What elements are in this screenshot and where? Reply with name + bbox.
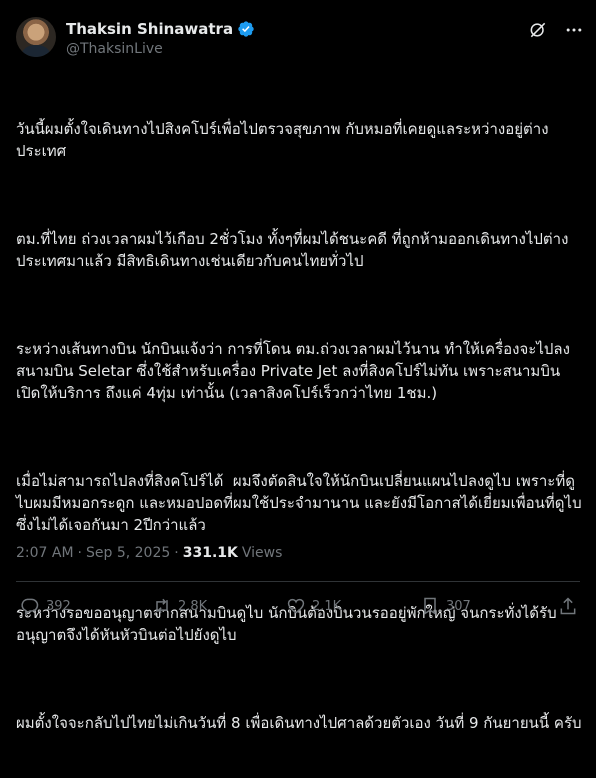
post-date[interactable]: Sep 5, 2025 [86,545,170,561]
bookmark-count: 307 [446,598,471,614]
post-paragraph: ผมตั้งใจจะกลับไปไทยไม่เกินวันที่ 8 เพื่อ… [16,714,582,732]
share-button[interactable] [558,596,578,616]
post-paragraph: วันนี้ผมตั้งใจเดินทางไปสิงคโปร์เพื่อไปตร… [16,120,549,160]
post-paragraph: ระหว่างเส้นทางบิน นักบินแจ้งว่า การที่โด… [16,340,570,402]
post-text: วันนี้ผมตั้งใจเดินทางไปสิงคโปร์เพื่อไปตร… [16,74,582,778]
action-bar: 392 2.8K 2.1K 307 [16,594,580,622]
repost-count: 2.8K [178,598,208,614]
share-icon [560,597,576,615]
like-button[interactable]: 2.1K [286,596,341,616]
reply-icon [21,598,39,615]
post-header: Thaksin Shinawatra @ThaksinLive [16,14,584,62]
like-count: 2.1K [312,598,342,614]
bookmark-button[interactable]: 307 [420,596,471,616]
repost-button[interactable]: 2.8K [152,596,207,616]
views-label: Views [241,545,283,561]
post-time[interactable]: 2:07 AM [16,545,74,561]
reply-button[interactable]: 392 [20,596,71,616]
heart-icon [287,598,305,614]
author-handle[interactable]: @ThaksinLive [66,41,163,57]
meta-separator: · [77,545,82,561]
post-meta: 2:07 AM · Sep 5, 2025 · 331.1K Views [16,545,282,561]
author-name-line: Thaksin Shinawatra [66,20,255,38]
repost-icon [156,598,168,614]
header-actions [528,20,584,40]
verified-badge-icon [238,21,254,37]
views-count[interactable]: 331.1K [183,545,238,561]
meta-separator: · [174,545,179,561]
divider [16,581,580,582]
post-paragraph: ตม.ที่ไทย ถ่วงเวลาผมไว้เกือบ 2ชั่วโมง ทั… [16,230,569,270]
reply-count: 392 [46,598,71,614]
grok-icon[interactable] [528,20,548,40]
avatar[interactable] [16,17,56,57]
author-name[interactable]: Thaksin Shinawatra [66,20,233,38]
post-paragraph: เมื่อไม่สามารถไปลงที่สิงคโปร์ได้ ผมจึงตั… [16,472,587,534]
bookmark-icon [424,597,436,615]
more-icon[interactable] [564,20,584,40]
